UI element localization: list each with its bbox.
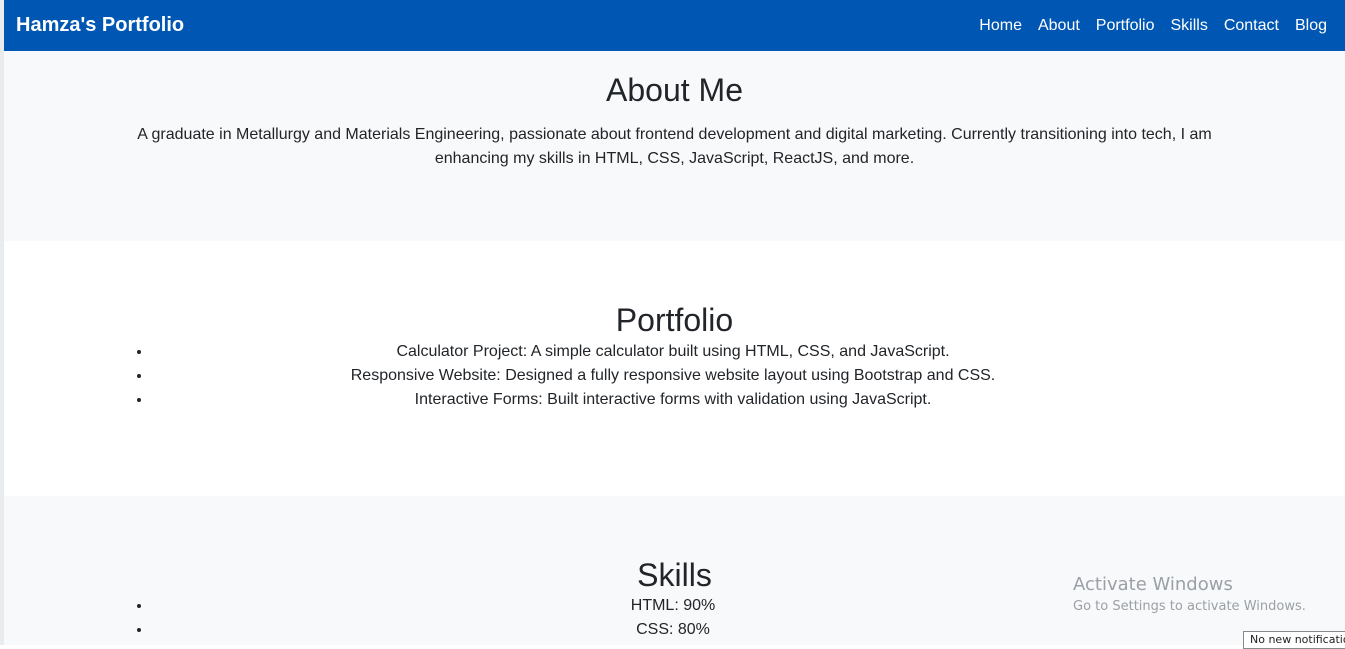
portfolio-title: Portfolio (615, 302, 734, 338)
notification-tooltip: No new notifications (1243, 631, 1345, 649)
nav-link-skills[interactable]: Skills (1170, 17, 1207, 34)
portfolio-section: Portfolio Calculator Project: A simple c… (4, 241, 1345, 496)
nav-link-home[interactable]: Home (979, 17, 1022, 34)
skills-section: Skills HTML: 90% CSS: 80% (4, 496, 1345, 645)
portfolio-item: Responsive Website: Designed a fully res… (152, 364, 1194, 388)
skill-item: CSS: 80% (152, 618, 1194, 642)
portfolio-item: Calculator Project: A simple calculator … (152, 340, 1194, 364)
about-section: About Me A graduate in Metallurgy and Ma… (4, 51, 1345, 241)
brand-link[interactable]: Hamza's Portfolio (16, 14, 184, 37)
portfolio-list: Calculator Project: A simple calculator … (4, 340, 1194, 412)
top-navbar: Hamza's Portfolio Home About Portfolio S… (4, 0, 1345, 51)
nav-link-blog[interactable]: Blog (1295, 17, 1327, 34)
portfolio-item: Interactive Forms: Built interactive for… (152, 388, 1194, 412)
nav-link-contact[interactable]: Contact (1224, 17, 1279, 34)
skills-title: Skills (637, 557, 712, 593)
nav-menu: Home About Portfolio Skills Contact Blog (963, 17, 1327, 35)
skill-item: HTML: 90% (152, 594, 1194, 618)
skills-list: HTML: 90% CSS: 80% (4, 594, 1194, 642)
browser-viewport: Hamza's Portfolio Home About Portfolio S… (4, 0, 1345, 645)
about-text: A graduate in Metallurgy and Materials E… (137, 126, 1212, 167)
about-title: About Me (606, 72, 743, 108)
nav-link-about[interactable]: About (1038, 17, 1080, 34)
nav-link-portfolio[interactable]: Portfolio (1096, 17, 1155, 34)
